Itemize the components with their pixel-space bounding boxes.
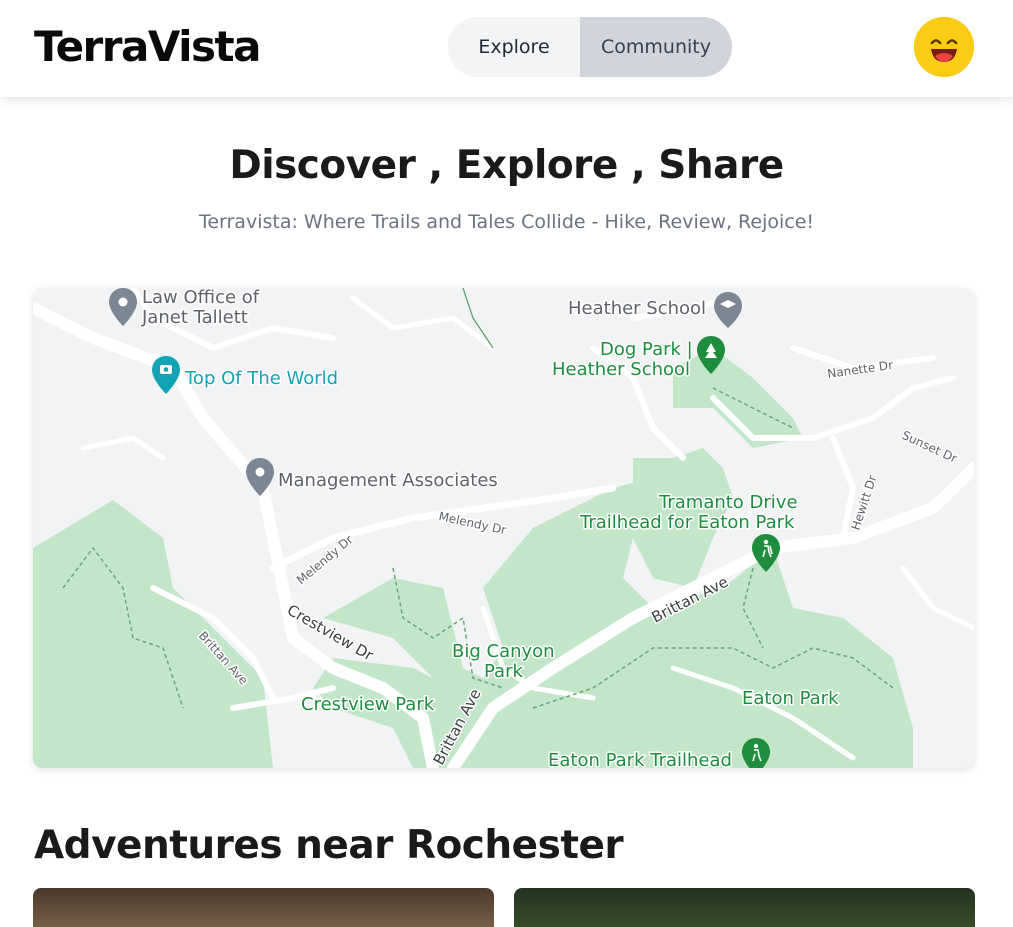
nav-tab-explore[interactable]: Explore xyxy=(448,17,580,77)
adventure-card[interactable] xyxy=(33,888,494,927)
site-logo[interactable]: TerraVista xyxy=(34,22,261,71)
poi-marker-eaton-trailhead[interactable] xyxy=(742,738,770,768)
card-image xyxy=(33,888,494,927)
label-law-office-1: Law Office of xyxy=(142,288,260,308)
nav-tab-community[interactable]: Community xyxy=(580,17,732,77)
trail-map[interactable]: Law Office of Janet Tallett Top Of The W… xyxy=(33,288,974,768)
main-nav: Explore Community xyxy=(448,17,732,77)
label-dog-park-2: Heather School xyxy=(552,359,690,380)
label-management: Management Associates xyxy=(278,470,498,491)
label-eaton-trailhead: Eaton Park Trailhead xyxy=(548,750,732,768)
map-canvas[interactable]: Law Office of Janet Tallett Top Of The W… xyxy=(33,288,974,768)
label-top-of-world: Top Of The World xyxy=(184,368,338,389)
laughing-emoji-icon xyxy=(914,17,974,77)
label-tramanto-2: Trailhead for Eaton Park xyxy=(579,512,795,533)
card-image xyxy=(514,888,975,927)
user-avatar[interactable] xyxy=(914,17,974,77)
hero-subtitle: Terravista: Where Trails and Tales Colli… xyxy=(198,211,815,233)
label-eaton-park: Eaton Park xyxy=(742,688,839,709)
label-crestview-park: Crestview Park xyxy=(301,694,435,715)
label-law-office-2: Janet Tallett xyxy=(141,307,248,328)
adventure-card[interactable] xyxy=(514,888,975,927)
label-dog-park-1: Dog Park | xyxy=(600,339,693,360)
section-title: Adventures near Rochester xyxy=(34,823,624,868)
label-tramanto-1: Tramanto Drive xyxy=(658,492,798,513)
label-big-canyon-2: Park xyxy=(484,661,523,682)
label-heather-school: Heather School xyxy=(568,298,706,319)
label-big-canyon-1: Big Canyon xyxy=(452,641,555,662)
top-header: TerraVista Explore Community xyxy=(0,0,1013,97)
hero-title: Discover , Explore , Share xyxy=(229,143,784,188)
